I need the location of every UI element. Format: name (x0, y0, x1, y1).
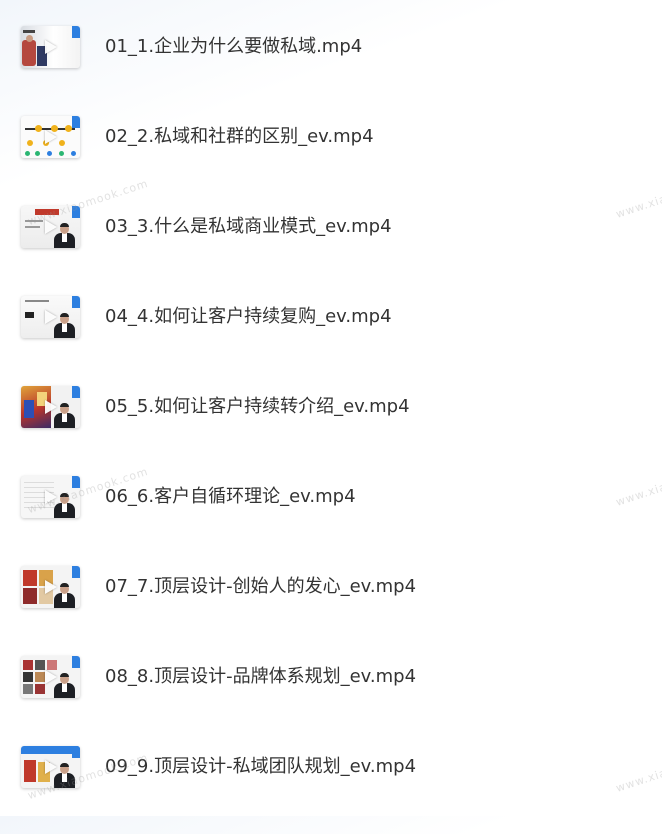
file-row[interactable]: 04_4.如何让客户持续复购_ev.mp4 (0, 294, 662, 384)
file-row[interactable]: 09_9.顶层设计-私域团队规划_ev.mp4 (0, 744, 662, 834)
video-thumbnail[interactable] (21, 296, 80, 338)
file-name: 06_6.客户自循环理论_ev.mp4 (105, 486, 356, 507)
file-name: 09_9.顶层设计-私域团队规划_ev.mp4 (105, 756, 417, 777)
file-row[interactable]: 01_1.企业为什么要做私域.mp4 (0, 24, 662, 114)
file-row[interactable]: 07_7.顶层设计-创始人的发心_ev.mp4 (0, 564, 662, 654)
file-name: 07_7.顶层设计-创始人的发心_ev.mp4 (105, 576, 417, 597)
file-name: 02_2.私域和社群的区别_ev.mp4 (105, 126, 374, 147)
file-row[interactable]: 02_2.私域和社群的区别_ev.mp4 (0, 114, 662, 204)
play-icon (45, 310, 57, 324)
play-icon (45, 760, 57, 774)
play-icon (45, 40, 57, 54)
file-name: 08_8.顶层设计-品牌体系规划_ev.mp4 (105, 666, 417, 687)
video-thumbnail[interactable] (21, 566, 80, 608)
file-name: 04_4.如何让客户持续复购_ev.mp4 (105, 306, 392, 327)
play-icon (45, 400, 57, 414)
video-thumbnail[interactable] (21, 386, 80, 428)
video-thumbnail[interactable] (21, 116, 80, 158)
play-icon (45, 670, 57, 684)
file-list: 01_1.企业为什么要做私域.mp4 02_2.私域和社群的区别_ev.mp4 (0, 0, 662, 816)
video-thumbnail[interactable] (21, 26, 80, 68)
file-name: 05_5.如何让客户持续转介绍_ev.mp4 (105, 396, 410, 417)
file-name: 03_3.什么是私域商业模式_ev.mp4 (105, 216, 392, 237)
play-icon (45, 130, 57, 144)
play-icon (45, 580, 57, 594)
file-name: 01_1.企业为什么要做私域.mp4 (105, 36, 363, 57)
file-row[interactable]: 05_5.如何让客户持续转介绍_ev.mp4 (0, 384, 662, 474)
file-row[interactable]: 03_3.什么是私域商业模式_ev.mp4 (0, 204, 662, 294)
file-row[interactable]: 08_8.顶层设计-品牌体系规划_ev.mp4 (0, 654, 662, 744)
video-thumbnail[interactable] (21, 656, 80, 698)
